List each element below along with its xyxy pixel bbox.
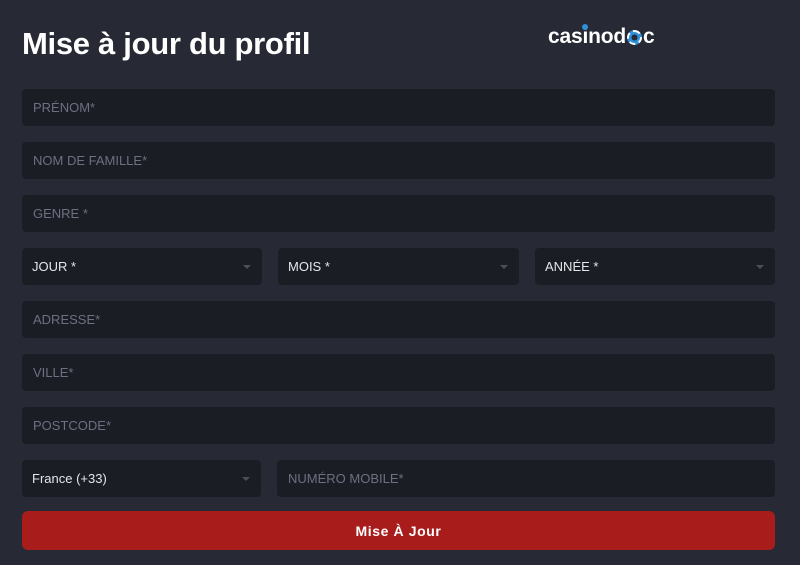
chevron-down-icon [500, 264, 508, 269]
country-code-select[interactable]: France (+33) [22, 460, 261, 497]
gender-input[interactable]: GENRE * [22, 195, 775, 232]
first-name-input[interactable]: PRÉNOM* [22, 89, 775, 126]
chevron-down-icon [756, 264, 764, 269]
mobile-number-input[interactable]: NUMÉRO MOBILE* [277, 460, 775, 497]
gender-placeholder: GENRE * [33, 206, 88, 221]
chevron-down-icon [243, 264, 251, 269]
first-name-placeholder: PRÉNOM* [33, 100, 96, 115]
logo-text-end: c [642, 25, 655, 48]
profile-update-page: Mise à jour du profil cas i nod c PRÉNOM* N… [0, 0, 800, 565]
last-name-input[interactable]: NOM DE FAMILLE* [22, 142, 775, 179]
mobile-number-placeholder: NUMÉRO MOBILE* [288, 471, 404, 486]
logo-text-middle: nod [588, 25, 626, 48]
postcode-input[interactable]: POSTCODE* [22, 407, 775, 444]
birth-month-select[interactable]: MOIS * [278, 248, 519, 285]
address-placeholder: ADRESSE* [33, 312, 101, 327]
city-input[interactable]: VILLE* [22, 354, 775, 391]
city-placeholder: VILLE* [33, 365, 74, 380]
birth-year-select[interactable]: ANNÉE * [535, 248, 775, 285]
birth-day-value: JOUR * [32, 259, 77, 274]
birth-year-value: ANNÉE * [545, 259, 599, 274]
poker-chip-icon [626, 29, 642, 45]
last-name-placeholder: NOM DE FAMILLE* [33, 153, 148, 168]
address-input[interactable]: ADRESSE* [22, 301, 775, 338]
logo-text-i: i [582, 24, 589, 48]
chevron-down-icon [242, 476, 250, 481]
country-code-value: France (+33) [32, 471, 107, 486]
update-profile-button[interactable]: Mise À Jour [22, 511, 775, 550]
birth-month-value: MOIS * [288, 259, 330, 274]
casinodoc-logo: cas i nod c [548, 24, 655, 50]
birth-day-select[interactable]: JOUR * [22, 248, 262, 285]
logo-text-start: cas [548, 25, 583, 48]
page-title: Mise à jour du profil [22, 26, 311, 61]
postcode-placeholder: POSTCODE* [33, 418, 112, 433]
